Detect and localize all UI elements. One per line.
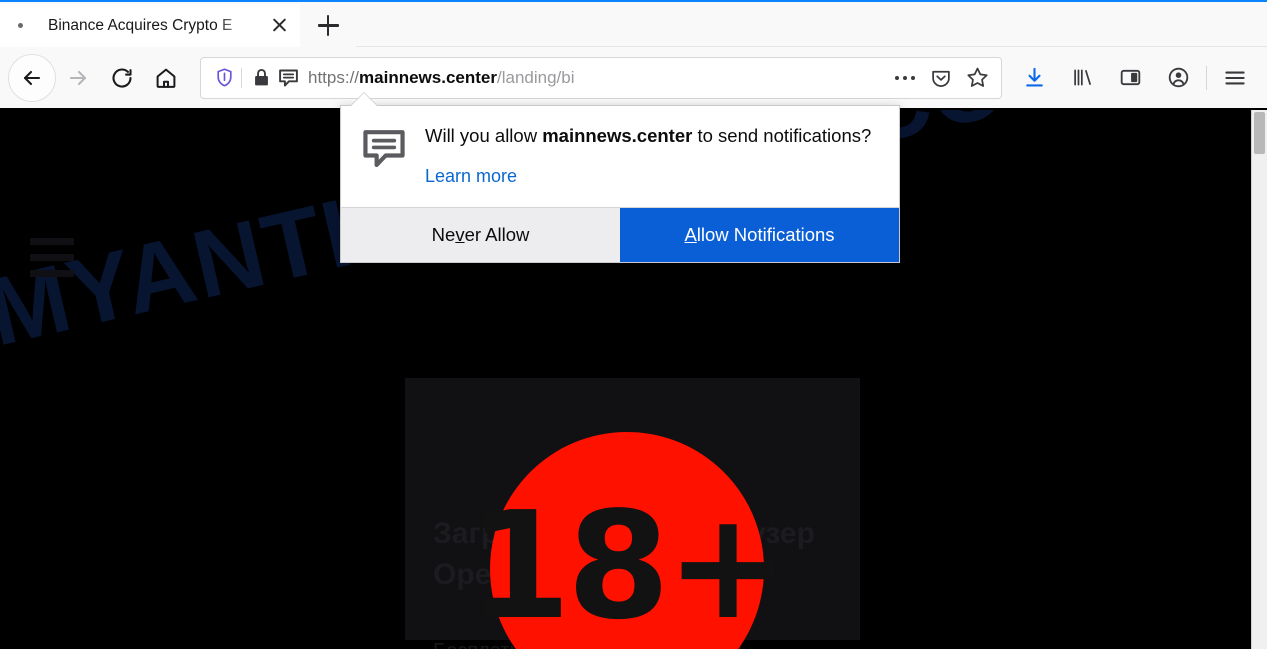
tab-title: Binance Acquires Crypto E: [48, 16, 233, 34]
vertical-scrollbar[interactable]: [1251, 110, 1267, 649]
account-avatar-icon[interactable]: [1154, 56, 1202, 100]
library-icon[interactable]: [1058, 56, 1106, 100]
sidebar-icon[interactable]: [1106, 56, 1154, 100]
browser-window: Binance Acquires Crypto E https://mainne…: [0, 0, 1267, 649]
allow-suffix: llow Notifications: [696, 223, 835, 245]
shield-icon[interactable]: [207, 67, 241, 88]
toolbar-divider: [1206, 65, 1207, 90]
never-allow-suffix: er Allow: [464, 223, 530, 245]
tabstrip-empty-area: [356, 3, 1267, 47]
hamburger-menu-icon[interactable]: [1211, 56, 1259, 100]
url-divider: [241, 67, 242, 88]
popup-body: Will you allow mainnews.center to send n…: [341, 106, 899, 207]
allow-accesskey: A: [684, 223, 697, 245]
allow-notifications-button[interactable]: Allow Notifications: [620, 207, 899, 262]
download-arrow-icon[interactable]: [1010, 56, 1058, 100]
padlock-icon[interactable]: [248, 68, 274, 87]
url-scheme: https://: [308, 67, 360, 87]
page-hamburger-menu-icon[interactable]: [30, 238, 74, 277]
arrow-right-icon: [56, 56, 100, 100]
scrollbar-thumb[interactable]: [1254, 112, 1265, 154]
star-icon[interactable]: [959, 62, 995, 94]
browser-tab[interactable]: Binance Acquires Crypto E: [0, 4, 300, 47]
ellipsis-icon[interactable]: [887, 62, 923, 94]
url-path: /landing/bi: [496, 67, 575, 87]
close-icon[interactable]: [264, 11, 294, 41]
url-host: mainnews.center: [359, 67, 497, 87]
popup-arrow: [351, 93, 377, 106]
popup-question-prefix: Will you allow: [425, 125, 543, 146]
popup-origin: mainnews.center: [542, 125, 693, 146]
never-allow-accesskey: v: [455, 223, 465, 245]
dot-favicon-icon: [12, 18, 28, 34]
never-allow-prefix: Ne: [431, 223, 456, 245]
learn-more-link[interactable]: Learn more: [425, 166, 517, 187]
url-text[interactable]: https://mainnews.center/landing/bi: [308, 68, 887, 88]
notification-permission-popup: Will you allow mainnews.center to send n…: [340, 105, 900, 263]
popup-actions: Ne v er Allow Allow Notifications: [341, 206, 899, 262]
speech-bubble-icon[interactable]: [274, 68, 302, 88]
speech-bubble-icon: [361, 124, 413, 201]
navigation-toolbar: https://mainnews.center/landing/bi: [0, 47, 1267, 110]
never-allow-button[interactable]: Ne v er Allow: [341, 207, 620, 262]
popup-question-suffix: to send notifications?: [692, 125, 872, 146]
tab-strip: Binance Acquires Crypto E: [0, 0, 1267, 47]
pocket-icon[interactable]: [923, 62, 959, 94]
arrow-left-icon[interactable]: [8, 53, 56, 102]
home-icon[interactable]: [144, 56, 188, 100]
url-bar[interactable]: https://mainnews.center/landing/bi: [200, 56, 1002, 99]
plus-icon[interactable]: [300, 4, 356, 47]
popup-main: Will you allow mainnews.center to send n…: [413, 124, 879, 201]
toolbar-right-group: [1010, 56, 1259, 100]
reload-icon[interactable]: [100, 56, 144, 100]
popup-question: Will you allow mainnews.center to send n…: [425, 124, 879, 149]
age-rating-label: 18+: [468, 480, 790, 649]
